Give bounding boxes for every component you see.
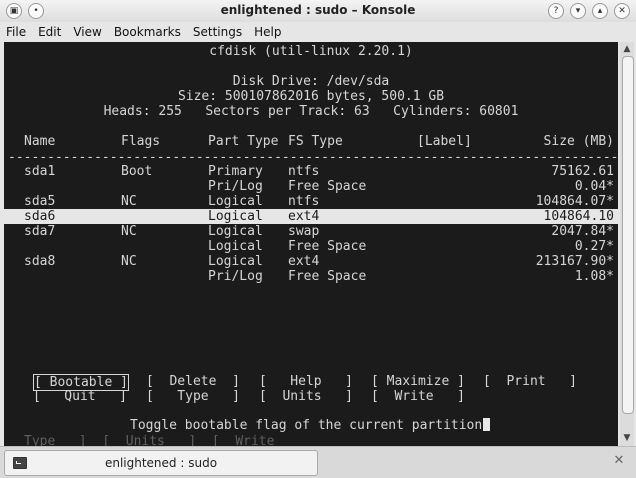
print-button[interactable]: [ Print ]: [483, 374, 577, 389]
partition-type: Pri/Log: [208, 269, 263, 284]
partition-type: Pri/Log: [208, 179, 263, 194]
delete-button[interactable]: [ Delete ]: [146, 374, 240, 389]
partition-size: 0.04*: [574, 179, 614, 194]
help-button[interactable]: [ Help ]: [259, 374, 353, 389]
table-row[interactable]: sda8 NC Logical ext4 213167.90*: [4, 254, 618, 269]
menu-view[interactable]: View: [73, 25, 101, 39]
menu-edit[interactable]: Edit: [38, 25, 61, 39]
table-row[interactable]: Logical Free Space 0.27*: [4, 239, 618, 254]
column-flags: Flags: [121, 134, 161, 149]
partition-size: 1.08*: [574, 269, 614, 284]
column-fs-type: FS Type: [288, 134, 343, 149]
table-row[interactable]: sda1 Boot Primary ntfs 75162.61: [4, 164, 618, 179]
scroll-up-icon[interactable]: ▲: [621, 43, 633, 55]
terminal-view[interactable]: cfdisk (util-linux 2.20.1) Disk Drive: /…: [4, 42, 618, 446]
column-part-type: Part Type: [208, 134, 279, 149]
quit-button[interactable]: [ Quit ]: [33, 389, 127, 404]
menu-bookmarks[interactable]: Bookmarks: [114, 25, 181, 39]
partition-flags: NC: [121, 194, 137, 209]
partition-size: 213167.90*: [535, 254, 614, 269]
minimize-icon[interactable]: ▾: [570, 3, 586, 19]
help-icon[interactable]: ?: [548, 3, 564, 19]
partition-fs: ext4: [288, 209, 320, 224]
close-icon[interactable]: ✕: [614, 3, 630, 19]
partition-size: 75162.61: [551, 164, 614, 179]
partition-flags: NC: [121, 224, 137, 239]
table-row[interactable]: sda7 NC Logical swap 2047.84*: [4, 224, 618, 239]
partition-fs: Free Space: [288, 269, 367, 284]
partition-flags: NC: [121, 254, 137, 269]
menu-file[interactable]: File: [6, 25, 26, 39]
partition-type: Logical: [208, 209, 263, 224]
table-row-selected[interactable]: sda6 Logical ext4 104864.10: [4, 209, 618, 224]
tab-label: enlightened : sudo: [104, 456, 218, 470]
partition-type: Logical: [208, 239, 263, 254]
partition-fs: Free Space: [288, 239, 367, 254]
table-row[interactable]: Pri/Log Free Space 1.08*: [4, 269, 618, 284]
close-tab-icon[interactable]: ✕: [610, 452, 628, 470]
type-button[interactable]: [ Type ]: [146, 389, 240, 404]
partition-name: sda1: [24, 164, 56, 179]
tab-session[interactable]: enlightened : sudo: [4, 450, 318, 476]
partition-name: sda7: [24, 224, 56, 239]
table-separator: ----------------------------------------…: [8, 150, 618, 165]
status-line: Toggle bootable flag of the current part…: [130, 418, 491, 433]
partition-type: Primary: [208, 164, 263, 179]
menu-settings[interactable]: Settings: [193, 25, 242, 39]
partition-fs: ext4: [288, 254, 320, 269]
text-cursor: [483, 418, 491, 431]
partition-type: Logical: [208, 224, 263, 239]
partition-flags: Boot: [121, 164, 153, 179]
table-row[interactable]: sda5 NC Logical ntfs 104864.07*: [4, 194, 618, 209]
maximize-button[interactable]: [ Maximize ]: [371, 374, 465, 389]
partition-name: sda6: [24, 209, 56, 224]
column-size: Size (MB): [543, 134, 614, 149]
menu-help[interactable]: Help: [254, 25, 281, 39]
partition-size: 104864.10: [543, 209, 614, 224]
scrollbar-thumb[interactable]: [622, 56, 634, 414]
disk-size: Size: 500107862016 bytes, 500.1 GB: [177, 89, 445, 104]
table-header: Name Flags Part Type FS Type [Label] Siz…: [4, 134, 618, 149]
partition-type: Logical: [208, 194, 263, 209]
title-bar: ▣ • enlightened : sudo – Konsole ? ▾ ▴ ✕: [0, 0, 636, 22]
scroll-down-icon[interactable]: ▼: [621, 432, 633, 444]
column-label: [Label]: [417, 134, 472, 149]
partition-type: Logical: [208, 254, 263, 269]
units-button[interactable]: [ Units ]: [259, 389, 353, 404]
disk-geometry: Heads: 255 Sectors per Track: 63 Cylinde…: [103, 104, 519, 119]
partition-name: sda5: [24, 194, 56, 209]
partition-name: sda8: [24, 254, 56, 269]
tab-bar: enlightened : sudo: [0, 446, 636, 478]
partition-fs: ntfs: [288, 194, 320, 209]
write-button[interactable]: [ Write ]: [371, 389, 465, 404]
maximize-icon[interactable]: ▴: [592, 3, 608, 19]
window-title: enlightened : sudo – Konsole: [220, 3, 416, 17]
scrolled-line: Type ] [ Units ] [ Write: [24, 434, 275, 446]
status-text: Toggle bootable flag of the current part…: [130, 418, 483, 433]
partition-size: 2047.84*: [551, 224, 614, 239]
partition-fs: Free Space: [288, 179, 367, 194]
column-name: Name: [24, 134, 56, 149]
menu-bar: File Edit View Bookmarks Settings Help: [0, 22, 636, 42]
table-row[interactable]: Pri/Log Free Space 0.04*: [4, 179, 618, 194]
disk-drive: Disk Drive: /dev/sda: [232, 74, 390, 89]
partition-fs: swap: [288, 224, 320, 239]
partition-size: 0.27*: [574, 239, 614, 254]
partition-fs: ntfs: [288, 164, 320, 179]
partition-size: 104864.07*: [535, 194, 614, 209]
terminal-tab-icon: [13, 457, 27, 469]
cfdisk-header: cfdisk (util-linux 2.20.1): [209, 44, 413, 59]
